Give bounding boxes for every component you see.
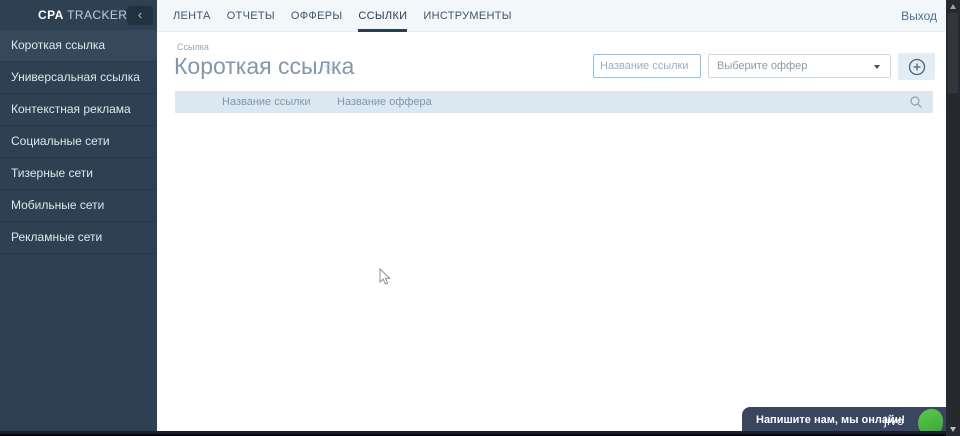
- link-name-input[interactable]: [593, 54, 701, 78]
- vertical-scrollbar[interactable]: [946, 0, 960, 436]
- sidebar-menu: Короткая ссылка Универсальная ссылка Кон…: [0, 30, 157, 254]
- tab-reports[interactable]: ОТЧЕТЫ: [227, 0, 275, 32]
- scroll-up-icon[interactable]: [950, 4, 956, 9]
- offer-select-value: Выберите оффер: [717, 60, 808, 72]
- sidebar: CPA TRACKER ‹ Короткая ссылка Универсаль…: [0, 0, 157, 431]
- brand-logo-bold: CPA: [38, 8, 64, 22]
- sidebar-item-context-ads[interactable]: Контекстная реклама: [0, 94, 157, 126]
- tab-lenta[interactable]: ЛЕНТА: [173, 0, 211, 32]
- sidebar-item-ad-networks[interactable]: Рекламные сети: [0, 222, 157, 254]
- brand-logo: CPA TRACKER: [38, 8, 127, 22]
- chevron-down-icon: [874, 65, 880, 69]
- sidebar-item-short-link[interactable]: Короткая ссылка: [0, 30, 157, 62]
- logout-link[interactable]: Выход: [901, 0, 937, 32]
- column-header-link-name[interactable]: Название ссылки: [222, 91, 311, 113]
- brand-logo-rest: TRACKER: [63, 8, 128, 22]
- scrollbar-thumb[interactable]: [948, 13, 958, 93]
- tab-links[interactable]: ССЫЛКИ: [358, 0, 408, 32]
- scroll-down-icon[interactable]: [950, 427, 956, 432]
- sidebar-item-universal-link[interactable]: Универсальная ссылка: [0, 62, 157, 94]
- sidebar-logo-row: CPA TRACKER ‹: [0, 0, 157, 30]
- sidebar-item-social-networks[interactable]: Социальные сети: [0, 126, 157, 158]
- offer-select[interactable]: Выберите оффер: [708, 54, 891, 78]
- chat-message: Напишите нам, мы онлайн!: [756, 414, 906, 426]
- sidebar-collapse-button[interactable]: ‹: [127, 6, 153, 25]
- search-icon[interactable]: [909, 95, 923, 114]
- add-link-button[interactable]: [898, 53, 935, 80]
- window-bottom-edge: [0, 431, 960, 436]
- top-nav: ЛЕНТА ОТЧЕТЫ ОФФЕРЫ ССЫЛКИ ИНСТРУМЕНТЫ В…: [157, 0, 946, 32]
- sidebar-item-mobile-networks[interactable]: Мобильные сети: [0, 190, 157, 222]
- app-window: CPA TRACKER ‹ Короткая ссылка Универсаль…: [0, 0, 960, 436]
- plus-circle-icon: [908, 58, 925, 75]
- jivo-logo: jivo: [884, 414, 905, 428]
- favorite-star-icon[interactable]: ☆: [323, 58, 336, 76]
- mouse-cursor: [379, 268, 391, 285]
- breadcrumb: Ссылка: [177, 42, 209, 52]
- tab-tools[interactable]: ИНСТРУМЕНТЫ: [423, 0, 511, 32]
- column-header-offer-name[interactable]: Название оффера: [337, 91, 432, 113]
- chevron-left-icon: ‹: [137, 7, 143, 22]
- sidebar-item-teaser-networks[interactable]: Тизерные сети: [0, 158, 157, 190]
- tab-offers[interactable]: ОФФЕРЫ: [291, 0, 343, 32]
- table-header: Название ссылки Название оффера: [175, 91, 933, 113]
